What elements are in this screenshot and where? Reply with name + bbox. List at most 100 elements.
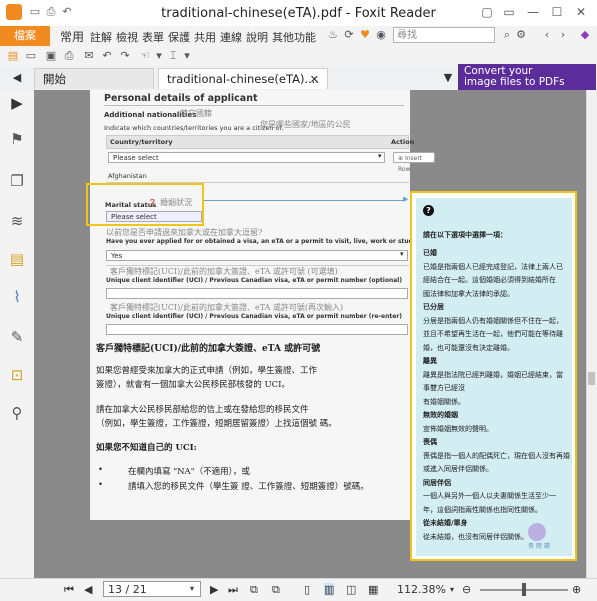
status-bar: ⏮ ◀ 13 / 21 ▾ ▶ ⏭ ⧉ ⧉ ▯ ▥ ◫ ▦ 112.38% ▾ … bbox=[0, 578, 597, 601]
bookmark-icon[interactable]: ⚑ bbox=[8, 130, 26, 148]
gear-icon[interactable]: ⚙ bbox=[514, 28, 528, 42]
search-panel-icon[interactable]: ⚲ bbox=[8, 404, 26, 422]
help-line: 年，這個詞指兩性關係也指同性關係。 bbox=[423, 505, 542, 514]
vertical-scrollbar[interactable] bbox=[586, 90, 597, 578]
zoom-level[interactable]: 112.38% bbox=[397, 583, 446, 596]
page-number-box[interactable]: 13 / 21 ▾ bbox=[103, 581, 201, 597]
continuous-facing-icon[interactable]: ▦ bbox=[368, 583, 378, 596]
restore-window-icon[interactable]: ▢ bbox=[478, 3, 496, 21]
menu-home[interactable]: 常用 bbox=[60, 28, 84, 45]
tab-document[interactable]: traditional-chinese(eTA).... ✕ bbox=[158, 68, 328, 89]
scrollbar-thumb[interactable] bbox=[588, 372, 595, 385]
attachment-icon[interactable]: ⌇ bbox=[8, 288, 26, 306]
tab-list-icon[interactable]: ◀ bbox=[10, 71, 24, 85]
applied-select[interactable]: Yes bbox=[106, 250, 408, 261]
search-icon[interactable]: ⌕ bbox=[500, 28, 514, 42]
uci-input[interactable] bbox=[106, 288, 408, 299]
previous-view-icon[interactable]: ⧉ bbox=[250, 583, 258, 597]
page-dropdown-icon[interactable]: ▾ bbox=[190, 584, 194, 593]
menu-share[interactable]: 共用 bbox=[194, 29, 216, 45]
email-icon[interactable]: ✉ bbox=[82, 49, 96, 63]
last-page-icon[interactable]: ⏭ bbox=[228, 583, 238, 597]
uci-heading: 客戶獨特標記(UCI)/此前的加拿大簽證、eTA 或許可號 bbox=[96, 344, 321, 354]
menu-help[interactable]: 說明 bbox=[246, 29, 268, 45]
insert-row-button[interactable]: ⊕ Insert Row bbox=[393, 152, 435, 173]
lock-icon[interactable]: ⊡ bbox=[8, 366, 26, 384]
marital-status-select[interactable]: Please select bbox=[106, 211, 202, 222]
select-tool-icon[interactable]: ⌶ bbox=[166, 49, 180, 63]
help-line: 已婚是指兩個人已經完成登記，法律上兩人已 bbox=[423, 262, 563, 271]
customize-icon[interactable]: ▾ bbox=[180, 49, 194, 63]
sync-icon[interactable]: ⟳ bbox=[342, 28, 356, 42]
indicate-countries-text: Indicate which countries/territories you… bbox=[104, 124, 284, 132]
convert-ad-banner[interactable]: Convert your image files to PDFs bbox=[458, 64, 596, 90]
help-heading: 無效的婚姻 bbox=[423, 411, 458, 419]
lightbulb-icon[interactable]: ♨ bbox=[326, 28, 340, 42]
save-icon[interactable]: ▣ bbox=[44, 49, 58, 63]
hand-tool-icon[interactable]: ☜ bbox=[138, 49, 152, 63]
title-bar: ▭ ⎙ ↶ traditional-chinese(eTA).pdf - Fox… bbox=[0, 0, 597, 27]
heart-icon[interactable]: ♥ bbox=[358, 28, 372, 42]
zoom-dropdown-icon[interactable]: ▾ bbox=[450, 585, 454, 594]
signature-icon[interactable]: ✎ bbox=[8, 328, 26, 346]
ribbon-toggle-icon[interactable]: ▭ bbox=[500, 3, 518, 21]
single-page-icon[interactable]: ▯ bbox=[304, 583, 310, 596]
ad-icon[interactable]: ◉ bbox=[374, 28, 388, 42]
page-number[interactable]: 13 / 21 bbox=[108, 583, 147, 596]
bullet-1: 在欄內填寫 "NA"（不適用），或 bbox=[128, 467, 250, 477]
chevron-right-icon[interactable]: › bbox=[556, 28, 570, 42]
applied-question-cn: 以前您是否申請過來加拿大或在加拿大逗留? bbox=[106, 228, 263, 237]
bullet-icon: • bbox=[98, 480, 104, 490]
close-button[interactable]: ✕ bbox=[572, 3, 590, 21]
tab-dropdown-icon[interactable]: ▼ bbox=[441, 71, 455, 85]
table-header: Country/territory Action bbox=[106, 135, 414, 149]
menu-connect[interactable]: 連線 bbox=[220, 29, 242, 45]
menu-view[interactable]: 檢視 bbox=[116, 29, 138, 45]
menu-more[interactable]: 其他功能 bbox=[272, 29, 316, 45]
help-line: 喪偶是指一個人的配偶死亡，現在個人沒有再婚 bbox=[423, 451, 570, 460]
uci-cn: 客戶獨特標記(UCI)/此前的加拿大簽證、eTA 或許可號 (可選填) bbox=[110, 267, 338, 276]
applied-question-en: Have you ever applied for or obtained a … bbox=[106, 238, 456, 245]
help-line: 並且不希望再生活在一起，他們可能在等待離 bbox=[423, 330, 563, 338]
collapse-panel-icon[interactable]: ▶ bbox=[8, 94, 26, 112]
menu-comment[interactable]: 註解 bbox=[90, 29, 112, 45]
tab-document-label: traditional-chinese(eTA).... bbox=[167, 72, 320, 86]
help-line: 分居是指兩個人仍有婚姻關係但不住在一起， bbox=[423, 316, 563, 325]
pdf-icon[interactable]: ◆ bbox=[578, 28, 592, 42]
minimize-button[interactable]: — bbox=[524, 3, 542, 21]
facing-page-icon[interactable]: ◫ bbox=[346, 583, 356, 596]
maximize-button[interactable]: ☐ bbox=[548, 3, 566, 21]
help-heading: 已分居 bbox=[423, 303, 444, 311]
continuous-page-icon[interactable]: ▥ bbox=[324, 583, 335, 596]
dropdown-icon[interactable]: ▾ bbox=[152, 49, 166, 63]
zoom-out-icon[interactable]: ⊖ bbox=[462, 583, 471, 596]
print-toolbar-icon[interactable]: ⎙ bbox=[62, 49, 76, 63]
next-page-icon[interactable]: ▶ bbox=[210, 583, 218, 596]
undo-toolbar-icon[interactable]: ↶ bbox=[100, 49, 114, 63]
menu-protect[interactable]: 保護 bbox=[168, 29, 190, 45]
section-title: Personal details of applicant bbox=[104, 93, 258, 104]
chevron-left-icon[interactable]: ‹ bbox=[540, 28, 554, 42]
uci-paragraph-2-line-2: （例如，學生簽證，工作簽證，短期居留簽證）上找這個號 碼。 bbox=[96, 419, 337, 429]
first-page-icon[interactable]: ⏮ bbox=[64, 583, 74, 597]
new-file-icon[interactable]: ▤ bbox=[6, 49, 20, 63]
help-heading: 喪偶 bbox=[423, 438, 437, 446]
layers-icon[interactable]: ≋ bbox=[8, 212, 26, 230]
comment-icon[interactable]: ▤ bbox=[8, 250, 26, 268]
help-icon[interactable]: ❓ bbox=[148, 199, 157, 207]
zoom-slider-handle[interactable] bbox=[522, 583, 526, 596]
previous-page-icon[interactable]: ◀ bbox=[84, 583, 92, 596]
zoom-in-icon[interactable]: ⊕ bbox=[572, 583, 581, 596]
pages-icon[interactable]: ❐ bbox=[8, 172, 26, 190]
tab-start[interactable]: 開始 bbox=[34, 68, 154, 89]
uci-reenter-input[interactable] bbox=[106, 324, 408, 335]
search-input[interactable]: 尋找 bbox=[393, 27, 495, 43]
redo-icon[interactable]: ↷ bbox=[118, 49, 132, 63]
file-tab[interactable]: 檔案 bbox=[0, 26, 50, 46]
nationality-select[interactable]: Please select bbox=[108, 152, 385, 163]
additional-nationalities-cn: 其它國籍 bbox=[180, 109, 212, 118]
folder-icon[interactable]: ▭ bbox=[24, 49, 38, 63]
close-tab-icon[interactable]: ✕ bbox=[310, 69, 319, 90]
menu-form[interactable]: 表單 bbox=[142, 29, 164, 45]
next-view-icon[interactable]: ⧉ bbox=[272, 583, 280, 597]
